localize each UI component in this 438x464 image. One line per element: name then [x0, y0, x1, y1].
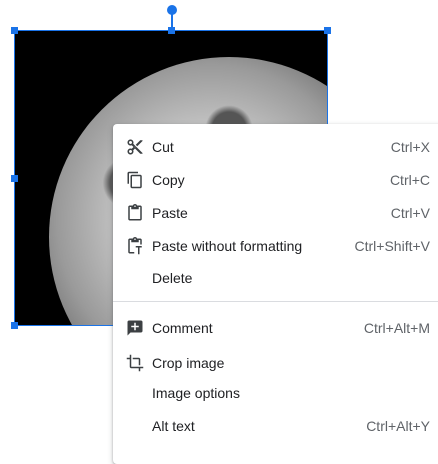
menu-separator [113, 301, 438, 302]
menu-item-comment[interactable]: Comment Ctrl+Alt+M [113, 313, 438, 343]
add-comment-icon [125, 318, 145, 338]
menu-item-shortcut: Ctrl+Alt+Y [366, 418, 430, 434]
context-menu: Cut Ctrl+X Copy Ctrl+C Paste Ctrl+V Past… [113, 124, 438, 464]
clipboard-text-icon [125, 236, 145, 256]
menu-item-label: Image options [152, 385, 240, 401]
menu-item-shortcut: Ctrl+C [389, 172, 430, 188]
menu-item-label: Delete [152, 270, 193, 286]
menu-item-cut[interactable]: Cut Ctrl+X [113, 132, 438, 162]
menu-item-delete[interactable]: Delete [113, 263, 438, 293]
menu-item-paste[interactable]: Paste Ctrl+V [113, 198, 438, 228]
resize-handle-top-center[interactable] [168, 27, 175, 34]
menu-item-image-options[interactable]: Image options [113, 378, 438, 408]
menu-item-paste-without-formatting[interactable]: Paste without formatting Ctrl+Shift+V [113, 231, 438, 261]
scissors-icon [125, 137, 145, 157]
clipboard-icon [125, 203, 145, 223]
menu-item-alt-text[interactable]: Alt text Ctrl+Alt+Y [113, 411, 438, 441]
copy-icon [125, 170, 145, 190]
resize-handle-top-left[interactable] [11, 27, 18, 34]
resize-handle-top-right[interactable] [324, 27, 331, 34]
menu-item-label: Paste [152, 205, 188, 221]
menu-item-crop-image[interactable]: Crop image [113, 348, 438, 378]
menu-item-label: Crop image [152, 355, 225, 371]
resize-handle-middle-left[interactable] [11, 175, 18, 182]
rotate-handle[interactable] [167, 5, 177, 15]
menu-item-label: Paste without formatting [152, 238, 303, 254]
menu-item-label: Cut [152, 139, 174, 155]
resize-handle-bottom-left[interactable] [11, 322, 18, 329]
menu-item-shortcut: Ctrl+Alt+M [363, 320, 430, 336]
menu-item-label: Copy [152, 172, 185, 188]
menu-item-label: Alt text [152, 418, 195, 434]
menu-item-shortcut: Ctrl+Shift+V [354, 238, 430, 254]
menu-item-shortcut: Ctrl+X [390, 139, 430, 155]
crop-icon [125, 353, 145, 373]
menu-item-copy[interactable]: Copy Ctrl+C [113, 165, 438, 195]
menu-item-shortcut: Ctrl+V [390, 205, 430, 221]
menu-item-label: Comment [152, 320, 213, 336]
